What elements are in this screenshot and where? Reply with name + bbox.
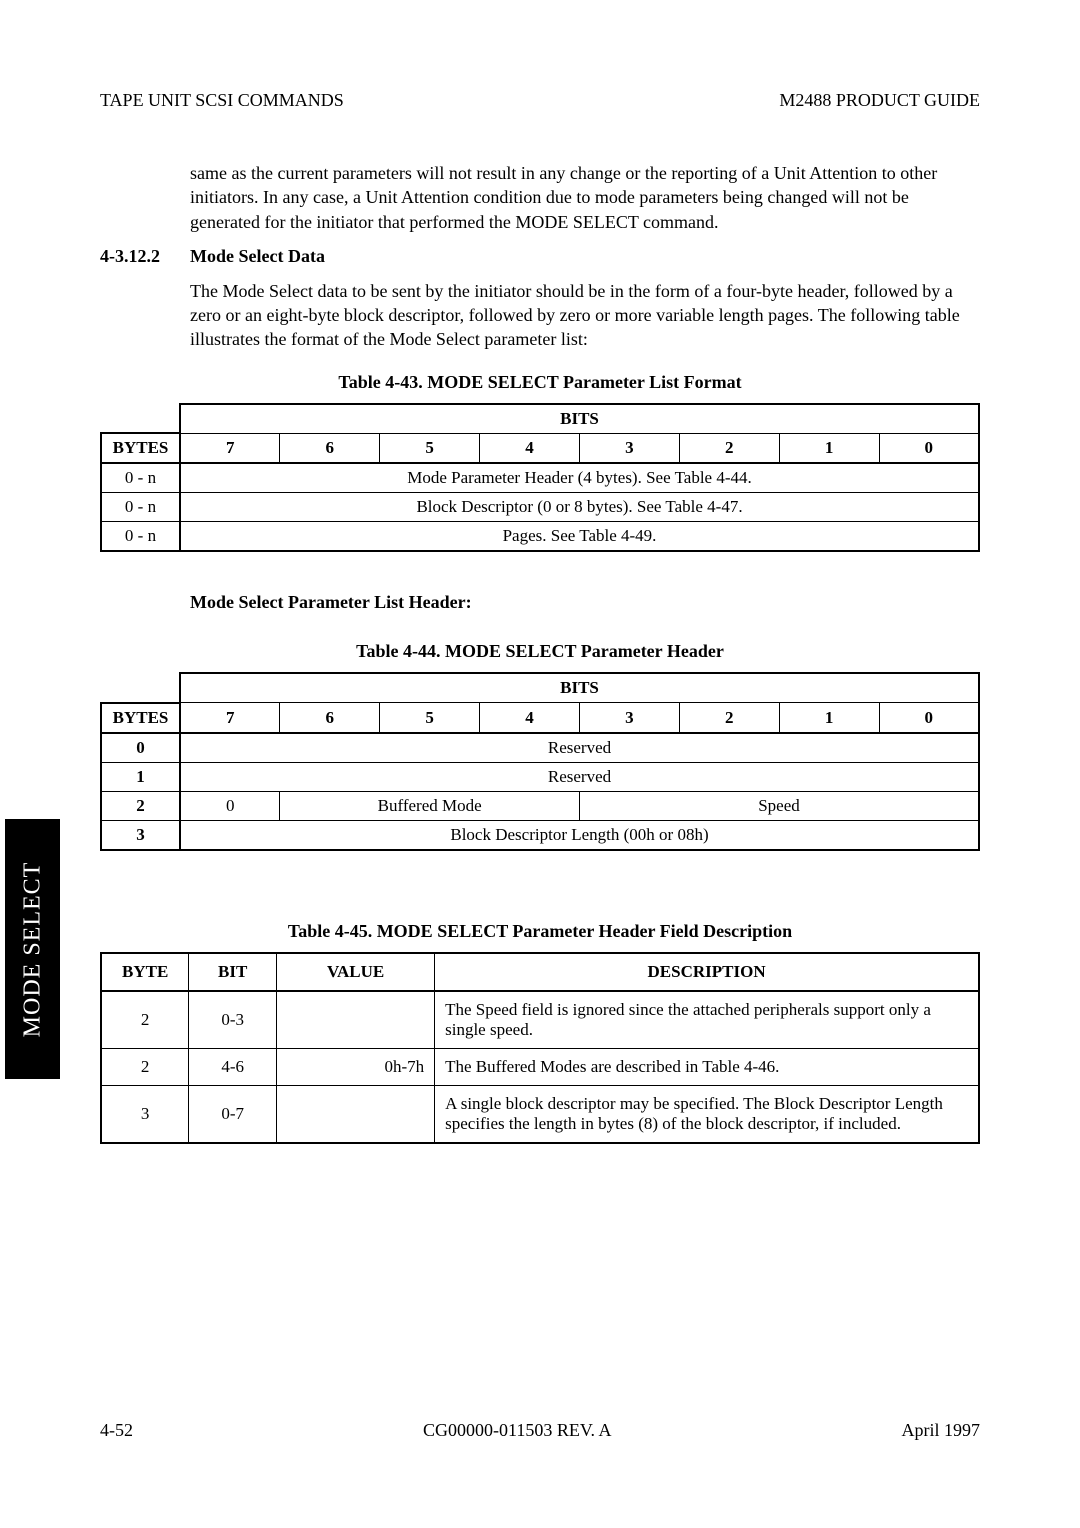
col-desc: DESCRIPTION (435, 953, 979, 991)
table-row-bit: 4-6 (189, 1048, 277, 1085)
col-byte: BYTE (101, 953, 189, 991)
footer-center: CG00000-011503 REV. A (423, 1420, 612, 1441)
table-row-cell: Pages. See Table 4-49. (180, 522, 979, 552)
table-row-cell: Block Descriptor (0 or 8 bytes). See Tab… (180, 493, 979, 522)
table-row-cell: Reserved (180, 762, 979, 791)
side-tab: MODE SELECT (5, 819, 60, 1079)
table-row-byte: 0 - n (101, 463, 180, 493)
table-row-desc: The Buffered Modes are described in Tabl… (435, 1048, 979, 1085)
table-row-bit: 0-3 (189, 991, 277, 1049)
table-row-byte: 0 (101, 733, 180, 763)
bit-col: 1 (779, 433, 879, 463)
table-row-desc: The Speed field is ignored since the att… (435, 991, 979, 1049)
table-44-caption: Table 4-44. MODE SELECT Parameter Header (100, 641, 980, 662)
table-row-byte: 2 (101, 991, 189, 1049)
table-44: BITS BYTES 7 6 5 4 3 2 1 0 0 Reserved 1 … (100, 672, 980, 851)
table-row-byte: 2 (101, 1048, 189, 1085)
table-row-cell: Block Descriptor Length (00h or 08h) (180, 820, 979, 850)
bit-col: 2 (679, 703, 779, 733)
bit-col: 4 (480, 703, 580, 733)
table-row-byte: 2 (101, 791, 180, 820)
table-row-cell: Reserved (180, 733, 979, 763)
table-row-byte: 3 (101, 820, 180, 850)
header-left: TAPE UNIT SCSI COMMANDS (100, 90, 344, 111)
table-row-byte: 3 (101, 1085, 189, 1143)
bit-col: 0 (879, 433, 979, 463)
bit-col: 7 (180, 703, 280, 733)
col-value: VALUE (277, 953, 435, 991)
col-bit: BIT (189, 953, 277, 991)
intro-paragraph: same as the current parameters will not … (190, 161, 980, 234)
bits-header: BITS (180, 404, 979, 434)
table-45: BYTE BIT VALUE DESCRIPTION 2 0-3 The Spe… (100, 952, 980, 1144)
table-row-byte: 0 - n (101, 493, 180, 522)
table-row-byte: 1 (101, 762, 180, 791)
bit-col: 5 (380, 703, 480, 733)
bit-col: 1 (779, 703, 879, 733)
bits-header: BITS (180, 673, 979, 703)
table-row-value: 0h-7h (277, 1048, 435, 1085)
bit-col: 0 (879, 703, 979, 733)
bit-col: 6 (280, 703, 380, 733)
bit-col: 3 (579, 433, 679, 463)
table-row-desc: A single block descriptor may be specifi… (435, 1085, 979, 1143)
cell-speed: Speed (579, 791, 979, 820)
side-tab-label: MODE SELECT (19, 861, 46, 1037)
table-43-caption: Table 4-43. MODE SELECT Parameter List F… (100, 372, 980, 393)
bit-col: 3 (579, 703, 679, 733)
bytes-header: BYTES (101, 703, 180, 733)
footer-left: 4-52 (100, 1420, 133, 1441)
table-row-cell: Mode Parameter Header (4 bytes). See Tab… (180, 463, 979, 493)
bit-col: 7 (180, 433, 280, 463)
table-43: BITS BYTES 7 6 5 4 3 2 1 0 0 - n Mode Pa… (100, 403, 980, 553)
table-45-caption: Table 4-45. MODE SELECT Parameter Header… (100, 921, 980, 942)
bit-col: 4 (480, 433, 580, 463)
bytes-header: BYTES (101, 433, 180, 463)
footer-right: April 1997 (902, 1420, 981, 1441)
bit-col: 6 (280, 433, 380, 463)
cell-buffered-mode: Buffered Mode (280, 791, 580, 820)
table-row-byte: 0 - n (101, 522, 180, 552)
table-row-value (277, 991, 435, 1049)
subheader: Mode Select Parameter List Header (190, 592, 466, 612)
section-number: 4-3.12.2 (100, 246, 190, 267)
header-right: M2488 PRODUCT GUIDE (779, 90, 980, 111)
cell-zero: 0 (180, 791, 280, 820)
table-row-value (277, 1085, 435, 1143)
table-row-bit: 0-7 (189, 1085, 277, 1143)
section-paragraph: The Mode Select data to be sent by the i… (190, 279, 980, 352)
bit-col: 2 (679, 433, 779, 463)
section-title: Mode Select Data (190, 246, 325, 267)
bit-col: 5 (380, 433, 480, 463)
